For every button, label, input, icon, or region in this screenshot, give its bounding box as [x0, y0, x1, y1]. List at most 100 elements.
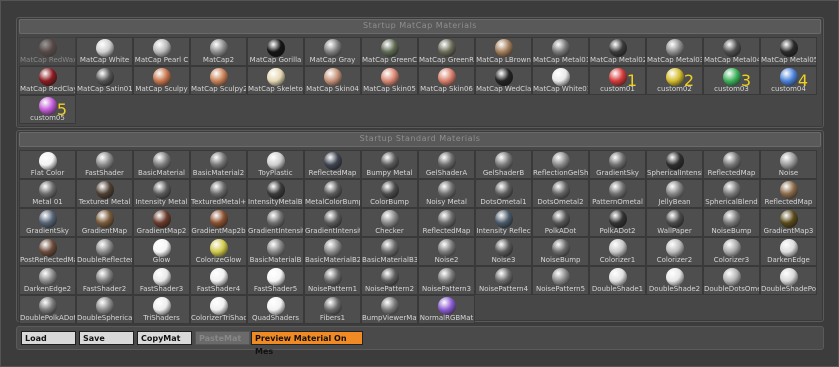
- material-swatch[interactable]: MatCap RedWax: [19, 37, 76, 66]
- material-swatch[interactable]: MatCap Metal01: [532, 37, 589, 66]
- material-swatch[interactable]: SphericalBlend: [703, 179, 760, 208]
- material-swatch[interactable]: custom04 4: [760, 66, 817, 95]
- material-swatch[interactable]: custom02 2: [646, 66, 703, 95]
- material-swatch[interactable]: MatCap Metal04: [703, 37, 760, 66]
- material-swatch[interactable]: FastShader3: [133, 266, 190, 295]
- material-swatch[interactable]: Noisy Metal: [418, 179, 475, 208]
- material-swatch[interactable]: NormalRGBMat: [418, 295, 475, 324]
- material-swatch[interactable]: NoisePattern2: [361, 266, 418, 295]
- material-swatch[interactable]: MatCap Sculpy: [133, 66, 190, 95]
- material-swatch[interactable]: QuadShaders: [247, 295, 304, 324]
- material-swatch[interactable]: JellyBean: [646, 179, 703, 208]
- material-swatch[interactable]: GelShaderB: [475, 150, 532, 179]
- material-swatch[interactable]: DoublePolkADot: [19, 295, 76, 324]
- material-swatch[interactable]: MatCap Satin01: [76, 66, 133, 95]
- material-swatch[interactable]: ReflectionGelSha: [532, 150, 589, 179]
- material-swatch[interactable]: MatCap Metal05: [760, 37, 817, 66]
- material-swatch[interactable]: BumpViewerMat: [361, 295, 418, 324]
- material-swatch[interactable]: MatCap GreenR: [418, 37, 475, 66]
- material-swatch[interactable]: FastShader2: [76, 266, 133, 295]
- material-swatch[interactable]: ColorBump: [361, 179, 418, 208]
- material-swatch[interactable]: GradientIntensity: [247, 208, 304, 237]
- material-swatch[interactable]: FastShader4: [190, 266, 247, 295]
- material-swatch[interactable]: DoubleDotsOmet: [703, 266, 760, 295]
- material-swatch[interactable]: MatCap White: [76, 37, 133, 66]
- material-swatch[interactable]: custom01 1: [589, 66, 646, 95]
- material-swatch[interactable]: Metal 01: [19, 179, 76, 208]
- material-swatch[interactable]: Colorizer2: [646, 237, 703, 266]
- material-swatch[interactable]: DotsOmetal1: [475, 179, 532, 208]
- material-swatch[interactable]: DoubleShadePolk: [760, 266, 817, 295]
- material-swatch[interactable]: NoisePattern5: [532, 266, 589, 295]
- material-swatch[interactable]: Flat Color: [19, 150, 76, 179]
- material-swatch[interactable]: Noise: [760, 150, 817, 179]
- material-swatch[interactable]: DarkenEdge2: [19, 266, 76, 295]
- material-swatch[interactable]: GradientMap2b: [190, 208, 247, 237]
- material-swatch[interactable]: NoisePattern4: [475, 266, 532, 295]
- material-swatch[interactable]: Textured Metal: [76, 179, 133, 208]
- material-swatch[interactable]: MatCap Sculpy2: [190, 66, 247, 95]
- material-swatch[interactable]: Intensity Metal: [133, 179, 190, 208]
- material-swatch[interactable]: FastShader5: [247, 266, 304, 295]
- material-swatch[interactable]: DotsOmetal2: [532, 179, 589, 208]
- material-swatch[interactable]: MatCap RedClay: [19, 66, 76, 95]
- material-swatch[interactable]: MatCap Gorilla: [247, 37, 304, 66]
- material-swatch[interactable]: GradientMap: [76, 208, 133, 237]
- material-swatch[interactable]: MatCap Metal03: [646, 37, 703, 66]
- material-swatch[interactable]: NoiseBump: [703, 208, 760, 237]
- material-swatch[interactable]: DoubleShade2: [646, 266, 703, 295]
- material-swatch[interactable]: NoisePattern3: [418, 266, 475, 295]
- material-swatch[interactable]: GradientSky: [589, 150, 646, 179]
- material-swatch[interactable]: Noise2: [418, 237, 475, 266]
- material-swatch[interactable]: GelShaderA: [418, 150, 475, 179]
- material-swatch[interactable]: BasicMaterialB3: [361, 237, 418, 266]
- copymat-button[interactable]: CopyMat: [137, 331, 192, 345]
- material-swatch[interactable]: PolkADot: [532, 208, 589, 237]
- material-swatch[interactable]: BasicMaterialB2: [304, 237, 361, 266]
- material-swatch[interactable]: Bumpy Metal: [361, 150, 418, 179]
- load-button[interactable]: Load: [21, 331, 76, 345]
- material-swatch[interactable]: ReflectedMap: [703, 150, 760, 179]
- pastemat-button[interactable]: PasteMat: [195, 331, 250, 345]
- material-swatch[interactable]: MatCap LBrown: [475, 37, 532, 66]
- material-swatch[interactable]: MatCap Skin05: [361, 66, 418, 95]
- material-swatch[interactable]: TriShaders: [133, 295, 190, 324]
- material-swatch[interactable]: FastShader: [76, 150, 133, 179]
- material-swatch[interactable]: MatCap Pearl C: [133, 37, 190, 66]
- material-swatch[interactable]: BasicMaterialB: [247, 237, 304, 266]
- material-swatch[interactable]: PolkADot2: [589, 208, 646, 237]
- material-swatch[interactable]: MatCap Skin06: [418, 66, 475, 95]
- material-swatch[interactable]: BasicMaterial: [133, 150, 190, 179]
- material-swatch[interactable]: MatCap2: [190, 37, 247, 66]
- material-swatch[interactable]: Intensity Reflec: [475, 208, 532, 237]
- material-swatch[interactable]: GradientMap3: [760, 208, 817, 237]
- material-swatch[interactable]: MatCap Skeleton: [247, 66, 304, 95]
- material-swatch[interactable]: Colorizer1: [589, 237, 646, 266]
- material-swatch[interactable]: DoubleReflected: [76, 237, 133, 266]
- material-swatch[interactable]: Colorizer3: [703, 237, 760, 266]
- material-swatch[interactable]: Fibers1: [304, 295, 361, 324]
- material-swatch[interactable]: NoisePattern1: [304, 266, 361, 295]
- material-swatch[interactable]: ToyPlastic: [247, 150, 304, 179]
- material-swatch[interactable]: MatCap Gray: [304, 37, 361, 66]
- material-swatch[interactable]: PostReflectedMa: [19, 237, 76, 266]
- material-swatch[interactable]: Glow: [133, 237, 190, 266]
- preview-material-button[interactable]: Preview Material On Mes: [251, 331, 363, 356]
- material-swatch[interactable]: ColorizerTriShad: [190, 295, 247, 324]
- material-swatch[interactable]: PatternOmetal: [589, 179, 646, 208]
- material-swatch[interactable]: ReflectedMap: [418, 208, 475, 237]
- material-swatch[interactable]: ColorizeGlow: [190, 237, 247, 266]
- material-swatch[interactable]: SphericalIntensit: [646, 150, 703, 179]
- material-swatch[interactable]: MatCap White01: [532, 66, 589, 95]
- material-swatch[interactable]: custom05 5: [19, 95, 76, 124]
- material-swatch[interactable]: MatCap Metal02: [589, 37, 646, 66]
- save-button[interactable]: Save: [79, 331, 134, 345]
- material-swatch[interactable]: TexturedMetal+: [190, 179, 247, 208]
- material-swatch[interactable]: Checker: [361, 208, 418, 237]
- material-swatch[interactable]: GradientMap2: [133, 208, 190, 237]
- material-swatch[interactable]: MetalColorBump: [304, 179, 361, 208]
- material-swatch[interactable]: DoubleShade1: [589, 266, 646, 295]
- material-swatch[interactable]: DarkenEdge: [760, 237, 817, 266]
- material-swatch[interactable]: Noise3: [475, 237, 532, 266]
- material-swatch[interactable]: IntensityMetalBu: [247, 179, 304, 208]
